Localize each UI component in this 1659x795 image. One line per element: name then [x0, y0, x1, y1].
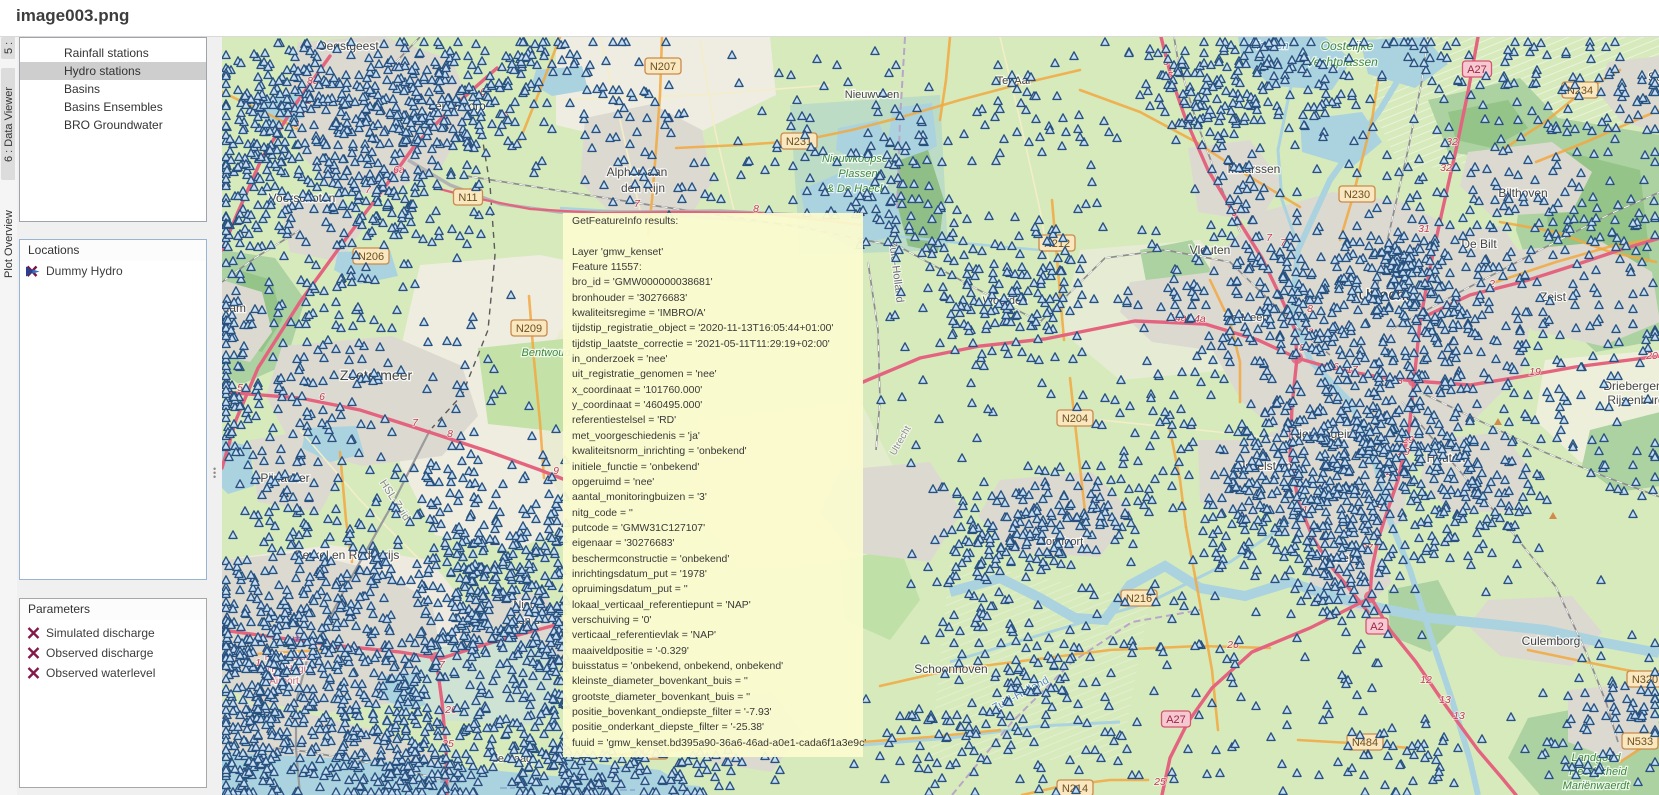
- svg-text:N206: N206: [358, 251, 384, 263]
- svg-text:Mariënwaerdt: Mariënwaerdt: [1563, 780, 1631, 792]
- svg-text:19: 19: [1529, 366, 1541, 378]
- svg-text:N204: N204: [1062, 413, 1088, 425]
- svg-text:N209: N209: [516, 323, 542, 335]
- svg-text:N207: N207: [650, 61, 676, 73]
- svg-text:den Rijn: den Rijn: [621, 181, 665, 195]
- svg-text:31: 31: [1418, 223, 1430, 235]
- svg-text:Driebergen: Driebergen: [1603, 379, 1659, 393]
- svg-text:A27: A27: [1467, 64, 1487, 76]
- svg-text:Culemborg: Culemborg: [1522, 634, 1581, 648]
- svg-text:N230: N230: [1344, 189, 1370, 201]
- svg-text:Plassen: Plassen: [838, 168, 877, 180]
- svg-text:13: 13: [1453, 710, 1465, 722]
- svg-text:25: 25: [1153, 776, 1166, 788]
- svg-text:A2: A2: [1370, 621, 1383, 633]
- svg-text:8: 8: [447, 428, 453, 440]
- svg-text:N11: N11: [458, 192, 477, 204]
- svg-text:A27: A27: [1166, 714, 1186, 726]
- svg-text:Nieuwveen: Nieuwveen: [845, 89, 899, 101]
- svg-text:13: 13: [1439, 694, 1451, 706]
- svg-text:12: 12: [1420, 674, 1432, 686]
- svg-text:6: 6: [319, 391, 325, 403]
- svg-text:N533: N533: [1627, 736, 1653, 748]
- svg-text:5: 5: [237, 382, 243, 394]
- svg-text:Loosdrechtse: Loosdrechtse: [1207, 37, 1273, 38]
